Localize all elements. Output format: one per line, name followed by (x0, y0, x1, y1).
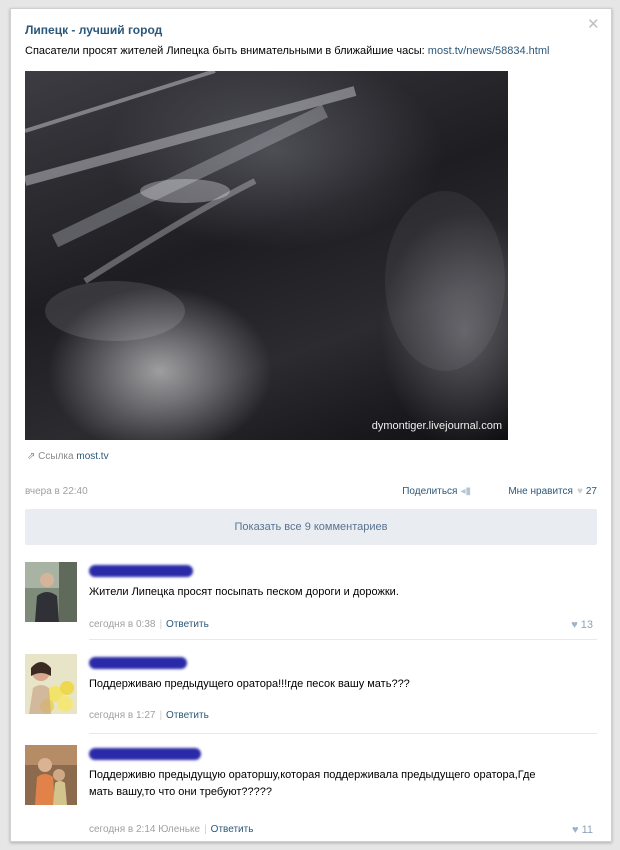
share-label: Поделиться (402, 486, 458, 497)
share-button[interactable]: Поделиться ◂▮ (402, 486, 471, 497)
reply-button[interactable]: Ответить (166, 710, 209, 721)
reply-button[interactable]: Ответить (211, 824, 254, 835)
post-time[interactable]: вчера в 22:40 (25, 486, 88, 497)
author-name-redacted[interactable] (89, 565, 193, 577)
comment-like-button[interactable]: ♥ 13 (571, 619, 593, 631)
comment-text: Поддерживаю предыдущего оратора!!!где пе… (89, 678, 410, 690)
post-card: ✕ Липецк - лучший город Спасатели просят… (10, 8, 612, 842)
comment-meta: сегодня в 1:27 | Ответить (89, 710, 209, 721)
post-meta: вчера в 22:40 Поделиться ◂▮ Мне нравится ♥… (25, 486, 597, 500)
avatar-photo (25, 745, 77, 805)
megaphone-icon: ◂▮ (460, 486, 471, 497)
comment-time[interactable]: сегодня в 0:38 (89, 619, 155, 630)
comment: Поддерживю предыдущую ораторшу,которая п… (25, 745, 597, 836)
group-title[interactable]: Липецк - лучший город (25, 23, 162, 37)
separator: | (159, 710, 163, 721)
post-body: Спасатели просят жителей Липецка быть вн… (25, 45, 425, 57)
comment-like-count: 13 (580, 619, 593, 631)
avatar[interactable] (25, 654, 77, 714)
avatar-photo (25, 654, 77, 714)
separator: | (159, 619, 163, 630)
comment: Жители Липецка просят посыпать песком до… (25, 562, 597, 631)
post-text: Спасатели просят жителей Липецка быть вн… (25, 45, 549, 57)
photo-watermark: dymontiger.livejournal.com (371, 420, 502, 432)
comment-like-count: 11 (581, 824, 593, 836)
comment-time[interactable]: сегодня в 1:27 (89, 710, 155, 721)
like-button[interactable]: Мне нравится ♥ 27 (508, 486, 597, 497)
comment-meta: сегодня в 2:14 Юленьке | Ответить (89, 824, 253, 835)
author-name-redacted[interactable] (89, 748, 201, 760)
road-texture (25, 71, 505, 371)
divider (89, 733, 597, 734)
link-icon: ⇗ (27, 451, 36, 462)
link-label: Ссылка (38, 451, 74, 462)
avatar[interactable] (25, 745, 77, 805)
comment-like-button[interactable]: ♥ 11 (572, 824, 593, 836)
comment-text-line: Поддерживю предыдущую ораторшу,которая п… (89, 769, 536, 781)
heart-icon: ♥ (576, 486, 583, 497)
divider (89, 639, 597, 640)
heart-icon: ♥ (572, 824, 579, 836)
comment: Поддерживаю предыдущего оратора!!!где пе… (25, 654, 597, 721)
link-domain[interactable]: most.tv (76, 451, 108, 462)
comment-meta: сегодня в 0:38 | Ответить (89, 619, 209, 630)
comment-text: Жители Липецка просят посыпать песком до… (89, 586, 399, 598)
post-url[interactable]: most.tv/news/58834.html (428, 45, 550, 57)
avatar-photo (25, 562, 77, 622)
reply-button[interactable]: Ответить (166, 619, 209, 630)
heart-icon: ♥ (571, 619, 578, 631)
comment-text-line: мать вашу,то что они требуют????? (89, 786, 273, 798)
post-photo[interactable]: dymontiger.livejournal.com (25, 71, 508, 440)
close-icon[interactable]: ✕ (587, 17, 600, 32)
comment-text: Поддерживю предыдущую ораторшу,которая п… (89, 767, 536, 801)
attached-link[interactable]: ⇗ Ссылка most.tv (27, 451, 109, 462)
reply-addressee[interactable]: Юленьке (158, 824, 200, 835)
like-count: 27 (585, 486, 597, 497)
avatar[interactable] (25, 562, 77, 622)
show-all-comments-button[interactable]: Показать все 9 комментариев (25, 509, 597, 545)
author-name-redacted[interactable] (89, 657, 187, 669)
like-label: Мне нравится (508, 486, 573, 497)
separator: | (204, 824, 207, 835)
comment-time[interactable]: сегодня в 2:14 (89, 824, 155, 835)
